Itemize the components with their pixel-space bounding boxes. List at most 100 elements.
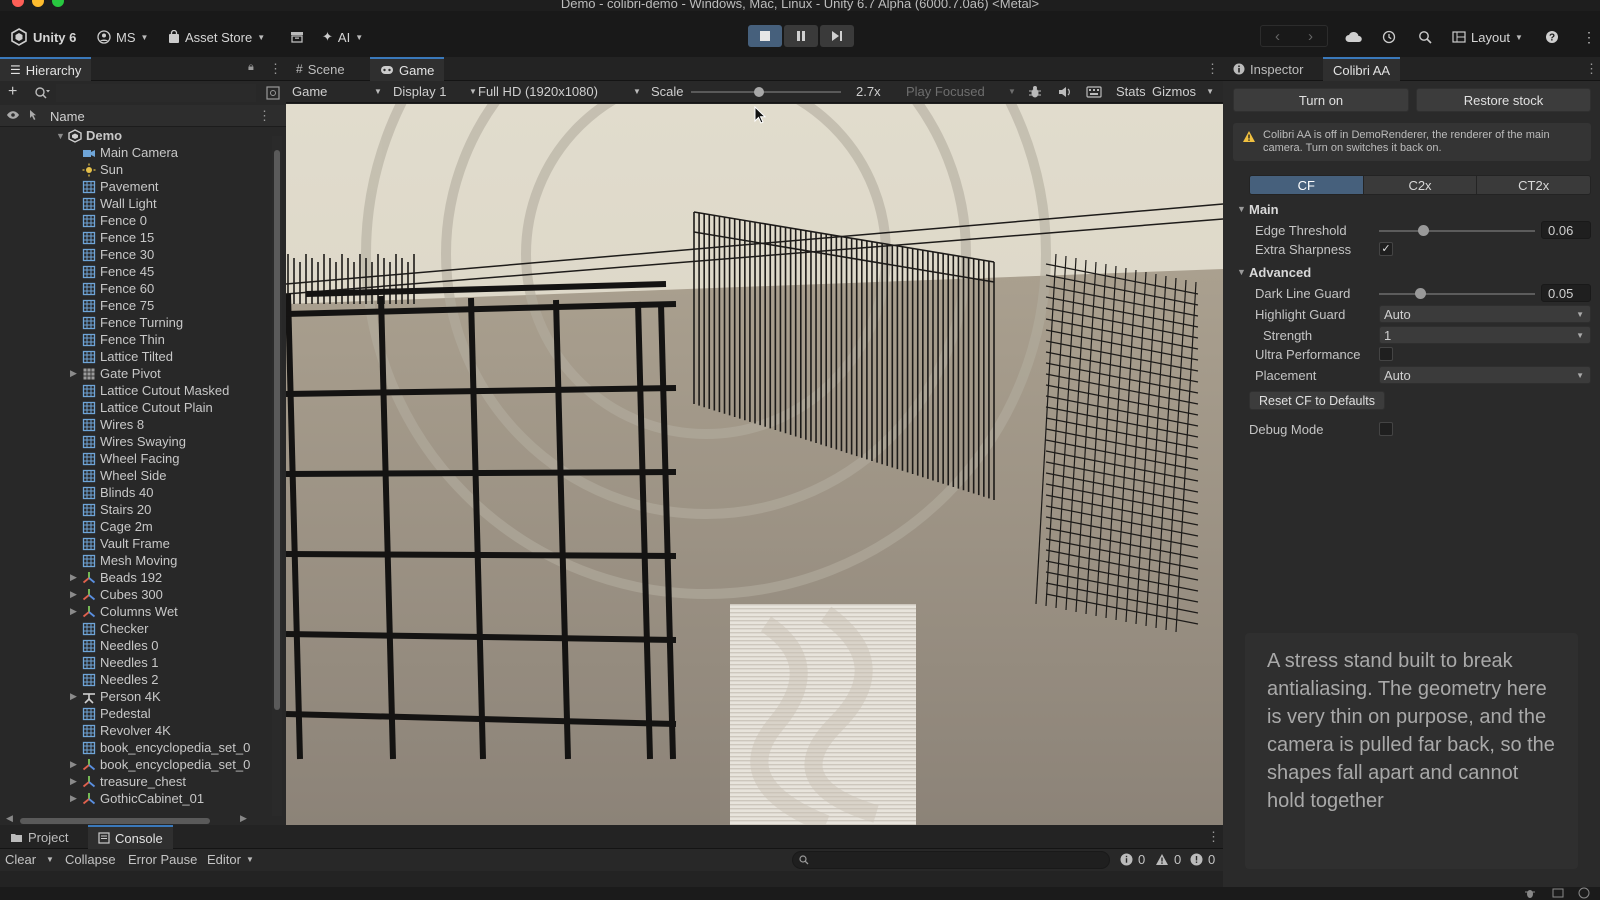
hierarchy-item[interactable]: Needles 2	[0, 671, 272, 688]
chevron-right-icon[interactable]: ▶	[70, 589, 77, 600]
more-options-icon[interactable]: ⋮	[1582, 26, 1596, 48]
package-manager-button[interactable]	[290, 26, 304, 48]
console-search-input[interactable]	[792, 851, 1110, 869]
step-button[interactable]	[820, 25, 854, 47]
chevron-right-icon[interactable]: ▶	[70, 776, 77, 787]
strength-dropdown[interactable]: 1 ▼	[1379, 326, 1591, 344]
history-button[interactable]	[1382, 26, 1396, 48]
progress-icon[interactable]	[1578, 887, 1590, 899]
dark-line-guard-field[interactable]: 0.05	[1541, 284, 1591, 302]
more-options-icon[interactable]: ⋮	[258, 108, 271, 124]
tab-hierarchy[interactable]: ☰ Hierarchy	[0, 57, 92, 81]
scrollbar-thumb[interactable]	[20, 818, 210, 824]
hierarchy-item[interactable]: Fence 75	[0, 297, 272, 314]
more-options-icon[interactable]: ⋮	[1585, 61, 1598, 77]
hierarchy-item[interactable]: ▶ Cubes 300	[0, 586, 272, 603]
hierarchy-item[interactable]: Lattice Cutout Plain	[0, 399, 272, 416]
display-dropdown[interactable]: Display 1 ▼	[393, 84, 477, 99]
hierarchy-item[interactable]: Main Camera	[0, 144, 272, 161]
more-options-icon[interactable]: ⋮	[269, 61, 282, 77]
hierarchy-item[interactable]: Fence 0	[0, 212, 272, 229]
collab-icon[interactable]	[1552, 887, 1564, 899]
chevron-right-icon[interactable]: ▶	[70, 691, 77, 702]
search-button[interactable]	[1418, 26, 1432, 48]
hierarchy-item[interactable]: ▶ Beads 192	[0, 569, 272, 586]
hierarchy-item[interactable]: Blinds 40	[0, 484, 272, 501]
help-button[interactable]: ?	[1545, 26, 1559, 48]
section-advanced[interactable]: Advanced	[1249, 265, 1311, 280]
hierarchy-item[interactable]: Wall Light	[0, 195, 272, 212]
hierarchy-item[interactable]: Fence 30	[0, 246, 272, 263]
chevron-down-icon[interactable]: ▼	[1237, 204, 1246, 214]
ultra-performance-checkbox[interactable]	[1379, 347, 1393, 361]
collapse-button[interactable]: Collapse	[65, 852, 116, 867]
chevron-down-icon[interactable]: ▼	[56, 131, 65, 141]
hierarchy-item[interactable]: ▼ Demo	[0, 127, 272, 144]
chevron-right-icon[interactable]: ▶	[70, 793, 77, 804]
scrollbar-thumb[interactable]	[274, 150, 280, 710]
account-dropdown[interactable]: MS ▼	[97, 26, 148, 48]
more-options-icon[interactable]: ⋮	[1207, 829, 1220, 845]
highlight-guard-dropdown[interactable]: Auto ▼	[1379, 305, 1591, 323]
cloud-button[interactable]	[1345, 26, 1363, 48]
layout-dropdown[interactable]: Layout ▼	[1452, 26, 1523, 48]
more-options-icon[interactable]: ⋮	[1206, 61, 1219, 77]
game-viewport[interactable]	[286, 104, 1223, 825]
stats-button[interactable]: Stats	[1116, 84, 1146, 99]
dark-line-guard-slider-knob[interactable]	[1414, 288, 1426, 299]
tab-scene[interactable]: # Scene	[286, 57, 355, 81]
clear-button[interactable]: Clear	[5, 852, 36, 867]
chevron-right-icon[interactable]: ▶	[70, 572, 77, 583]
scale-slider-knob[interactable]	[753, 87, 764, 97]
hierarchy-item[interactable]: ▶ Person 4K	[0, 688, 272, 705]
lock-icon[interactable]: 🔒︎	[248, 61, 254, 74]
chevron-right-icon[interactable]: ▶	[70, 368, 77, 379]
hierarchy-item[interactable]: Lattice Tilted	[0, 348, 272, 365]
warning-count-toggle[interactable]: 0	[1155, 852, 1181, 867]
tab-inspector[interactable]: Inspector	[1223, 57, 1313, 81]
hierarchy-item[interactable]: ▶ Columns Wet	[0, 603, 272, 620]
dark-line-guard-slider[interactable]	[1379, 293, 1535, 295]
gizmos-button[interactable]: Gizmos ▼	[1152, 84, 1214, 99]
tab-project[interactable]: Project	[0, 825, 78, 849]
hierarchy-item[interactable]: Fence Thin	[0, 331, 272, 348]
hierarchy-item[interactable]: Revolver 4K	[0, 722, 272, 739]
ai-dropdown[interactable]: ✦ AI ▼	[322, 26, 363, 48]
hierarchy-item[interactable]: ▶ Gate Pivot	[0, 365, 272, 382]
debug-mode-checkbox[interactable]	[1379, 422, 1393, 436]
placement-dropdown[interactable]: Auto ▼	[1379, 366, 1591, 384]
edge-threshold-field[interactable]: 0.06	[1541, 221, 1591, 239]
error-pause-button[interactable]: Error Pause	[128, 852, 197, 867]
hierarchy-item[interactable]: Checker	[0, 620, 272, 637]
extra-sharpness-checkbox[interactable]: ✓	[1379, 242, 1393, 256]
editor-dropdown[interactable]: Editor ▼	[207, 852, 254, 867]
hierarchy-item[interactable]: Vault Frame	[0, 535, 272, 552]
asset-store-dropdown[interactable]: Asset Store ▼	[168, 26, 265, 48]
hierarchy-item[interactable]: Wires Swaying	[0, 433, 272, 450]
audio-mute-icon[interactable]	[1058, 85, 1072, 99]
play-focused-dropdown[interactable]: Play Focused ▼	[906, 84, 1016, 99]
mode-c2x-button[interactable]: C2x	[1363, 176, 1478, 194]
game-mode-dropdown[interactable]: Game ▼	[292, 84, 382, 99]
hierarchy-item[interactable]: Pedestal	[0, 705, 272, 722]
tab-colibri-aa[interactable]: Colibri AA	[1323, 57, 1401, 81]
pause-button[interactable]	[784, 25, 818, 47]
hierarchy-item[interactable]: Fence 15	[0, 229, 272, 246]
stop-button[interactable]	[748, 25, 782, 47]
chevron-down-icon[interactable]: ▼	[1237, 267, 1246, 277]
hierarchy-item[interactable]: Wires 8	[0, 416, 272, 433]
keyboard-icon[interactable]	[1086, 85, 1102, 99]
hierarchy-item[interactable]: book_encyclopedia_set_0	[0, 739, 272, 756]
reset-defaults-button[interactable]: Reset CF to Defaults	[1249, 391, 1385, 410]
add-icon[interactable]: +	[8, 83, 17, 101]
forward-arrow-icon[interactable]: ›	[1308, 28, 1313, 45]
hierarchy-item[interactable]: Fence Turning	[0, 314, 272, 331]
pickable-icon[interactable]	[27, 109, 39, 121]
scene-filter-icon[interactable]	[266, 86, 280, 100]
scale-slider-track[interactable]	[691, 91, 841, 93]
hierarchy-item[interactable]: Stairs 20	[0, 501, 272, 518]
chevron-right-icon[interactable]: ▶	[70, 759, 77, 770]
edge-threshold-slider-knob[interactable]	[1417, 225, 1429, 236]
visibility-icon[interactable]	[6, 109, 20, 121]
resolution-dropdown[interactable]: Full HD (1920x1080) ▼	[478, 84, 641, 99]
